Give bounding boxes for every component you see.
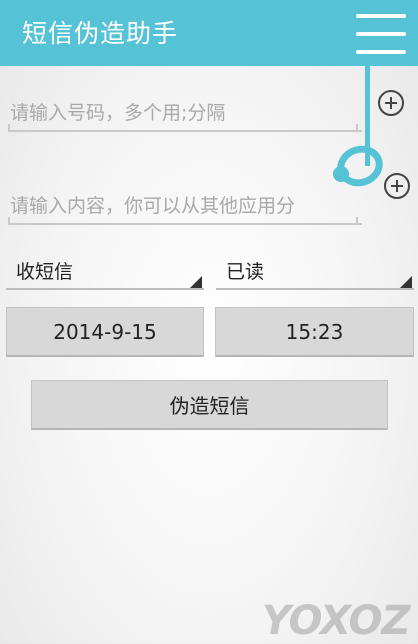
read-status-label: 已读 — [226, 261, 265, 283]
dropdown-arrow-icon — [400, 276, 412, 288]
teal-knob-icon — [333, 166, 349, 182]
message-type-spinner[interactable]: 收短信 — [6, 250, 204, 290]
message-type-label: 收短信 — [16, 261, 74, 283]
watermark-logo: YOXOZ — [262, 598, 411, 644]
time-button[interactable]: 15:23 — [215, 307, 414, 357]
app-title: 短信伪造助手 — [22, 19, 179, 48]
date-button[interactable]: 2014-9-15 — [6, 307, 204, 357]
spinner-underline — [6, 288, 204, 290]
spinner-underline — [216, 288, 414, 290]
hamburger-menu-icon[interactable] — [356, 8, 406, 60]
message-content-input[interactable] — [8, 189, 362, 225]
fake-sms-button[interactable]: 伪造短信 — [31, 380, 388, 430]
phone-number-input[interactable] — [8, 96, 362, 132]
input-edge — [8, 124, 10, 132]
add-contact-icon[interactable] — [378, 90, 404, 116]
input-edge — [8, 217, 10, 225]
input-edge — [356, 217, 358, 225]
input-edge — [356, 124, 358, 132]
read-status-spinner[interactable]: 已读 — [216, 250, 414, 290]
dropdown-arrow-icon — [190, 276, 202, 288]
add-content-icon[interactable] — [384, 173, 410, 199]
app-header: 短信伪造助手 — [0, 0, 418, 66]
